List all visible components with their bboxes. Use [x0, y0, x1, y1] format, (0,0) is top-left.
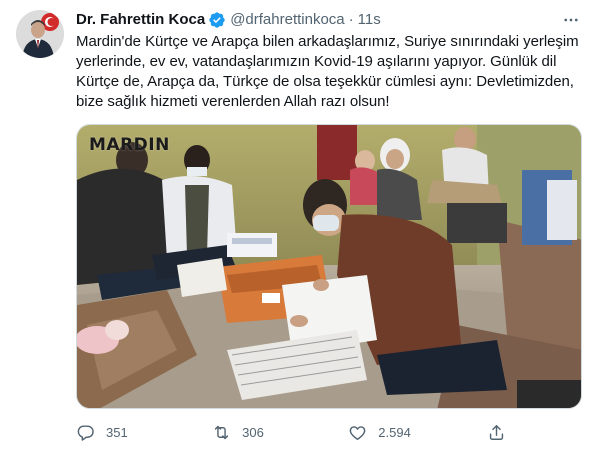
- reply-count: 351: [106, 424, 128, 440]
- share-button[interactable]: [487, 423, 506, 442]
- reply-icon: [77, 424, 94, 441]
- reply-button[interactable]: 351: [76, 423, 136, 442]
- like-count: 2.594: [378, 424, 411, 440]
- author-handle[interactable]: @drfahrettinkoca: [230, 10, 344, 30]
- retweet-button[interactable]: 306: [212, 423, 272, 442]
- avatar[interactable]: [16, 10, 64, 58]
- tweet-text: Mardin'de Kürtçe ve Arapça bilen arkadaş…: [76, 33, 579, 110]
- tweet[interactable]: Dr. Fahrettin Koca @drfahrettinkoca · 11…: [0, 0, 597, 454]
- more-options-icon[interactable]: [561, 10, 581, 30]
- video-watermark: MARDIN: [89, 135, 170, 155]
- separator-dot: ·: [348, 11, 354, 28]
- author-name[interactable]: Dr. Fahrettin Koca: [76, 10, 205, 30]
- tweet-media[interactable]: MARDIN: [76, 124, 582, 409]
- avatar-image: [16, 10, 64, 58]
- retweet-count: 306: [242, 424, 264, 440]
- timestamp[interactable]: 11s: [358, 10, 381, 30]
- like-icon: [349, 425, 366, 440]
- tweet-header: Dr. Fahrettin Koca @drfahrettinkoca · 11…: [76, 10, 581, 30]
- tweet-actions: 351 306 2.594: [76, 421, 506, 443]
- retweet-icon: [214, 425, 229, 439]
- video-frame-image: [77, 125, 581, 408]
- verified-badge-icon: [208, 11, 226, 29]
- like-button[interactable]: 2.594: [348, 423, 411, 442]
- share-icon: [489, 424, 504, 440]
